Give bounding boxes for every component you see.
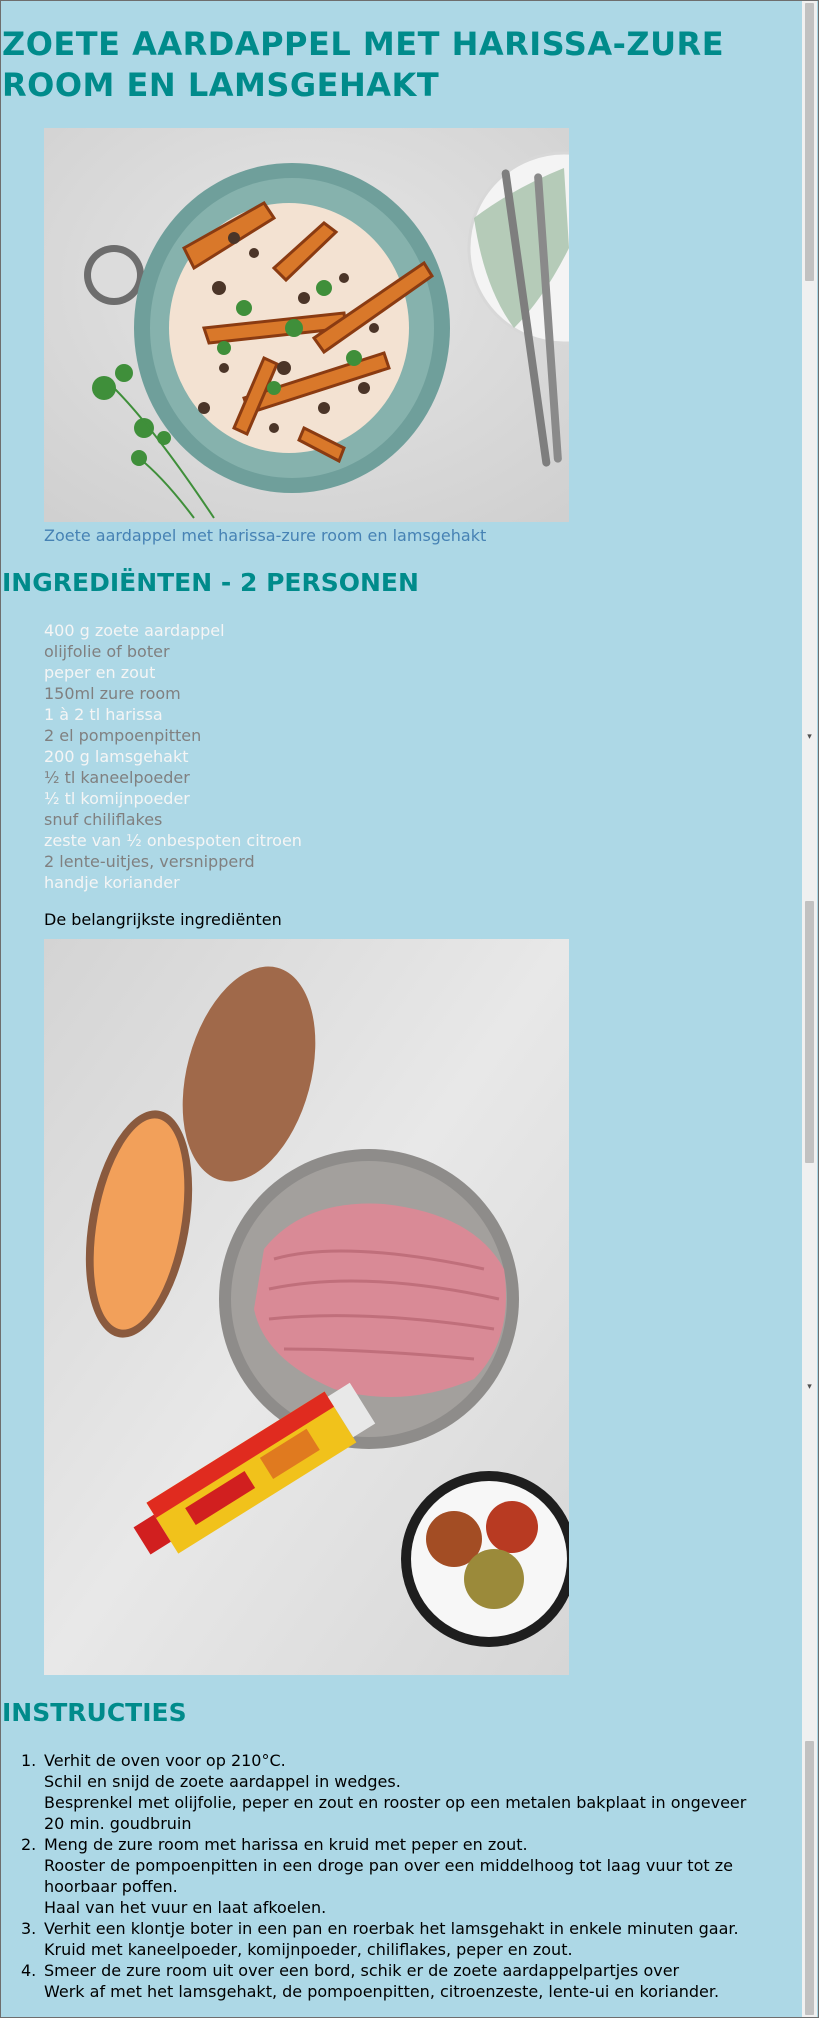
ingredient-item: 200 g lamsgehakt (44, 747, 189, 766)
scrollbar-thumb[interactable] (805, 3, 814, 281)
vertical-scrollbar[interactable]: ▾ ▾ (802, 1, 817, 2017)
scrollbar-thumb[interactable] (805, 1741, 814, 2015)
ingredient-item: 1 à 2 tl harissa (44, 705, 163, 724)
hero-caption: Zoete aardappel met harissa-zure room en… (44, 526, 487, 545)
ingredient-item: handje koriander (44, 873, 180, 892)
ingredients-heading: INGREDIËNTEN - 2 PERSONEN (2, 568, 419, 597)
step-line: Schil en snijd de zoete aardappel in wed… (44, 1772, 401, 1791)
instruction-step: 4. Smeer de zure room uit over een bord,… (21, 1960, 794, 2002)
ingredient-item: olijfolie of boter (44, 642, 170, 661)
instruction-step: 3. Verhit een klontje boter in een pan e… (21, 1918, 794, 1960)
ingredient-item: ½ tl kaneelpoeder (44, 768, 190, 787)
ingredient-item: 400 g zoete aardappel (44, 621, 225, 640)
ingredient-item: snuf chiliflakes (44, 810, 163, 829)
step-line: Smeer de zure room uit over een bord, sc… (44, 1961, 680, 1980)
scroll-down-arrow-icon[interactable]: ▾ (805, 733, 814, 742)
instruction-step: 2. Meng de zure room met harissa en krui… (21, 1834, 794, 1918)
recipe-title: ZOETE AARDAPPEL MET HARISSA-ZURE ROOM EN… (2, 25, 725, 104)
instruction-step: 1. Verhit de oven voor op 210°C. Schil e… (21, 1750, 794, 1834)
step-number: 4. (21, 1961, 37, 1980)
ingredient-item: 2 lente-uitjes, versnipperd (44, 852, 255, 871)
step-line: Kruid met kaneelpoeder, komijnpoeder, ch… (44, 1940, 573, 1959)
step-line: Werk af met het lamsgehakt, de pompoenpi… (44, 1982, 720, 2001)
step-number: 1. (21, 1751, 37, 1770)
step-line: Besprenkel met olijfolie, peper en zout … (44, 1793, 747, 1812)
ingredient-item: peper en zout (44, 663, 156, 682)
step-line: Meng de zure room met harissa en kruid m… (44, 1835, 528, 1854)
ingredient-item: ½ tl komijnpoeder (44, 789, 190, 808)
main-ingredients-label: De belangrijkste ingrediënten (44, 910, 282, 929)
scroll-down-arrow-icon[interactable]: ▾ (805, 1383, 814, 1392)
ingredient-item: 2 el pompoenpitten (44, 726, 202, 745)
step-line: 20 min. goudbruin (44, 1814, 192, 1833)
step-number: 2. (21, 1835, 37, 1854)
step-line: Haal van het vuur en laat afkoelen. (44, 1898, 327, 1917)
dish-photo (44, 128, 569, 522)
instructions-heading: INSTRUCTIES (2, 1698, 187, 1727)
scrollbar-thumb[interactable] (805, 901, 814, 1163)
ingredient-item: zeste van ½ onbespoten citroen (44, 831, 302, 850)
step-line: Rooster de pompoenpitten in een droge pa… (44, 1856, 733, 1875)
instructions-list: 1. Verhit de oven voor op 210°C. Schil e… (21, 1750, 794, 2002)
step-line: hoorbaar poffen. (44, 1877, 178, 1896)
ingredient-item: 150ml zure room (44, 684, 181, 703)
step-number: 3. (21, 1919, 37, 1938)
step-line: Verhit de oven voor op 210°C. (44, 1751, 286, 1770)
ingredients-list: 400 g zoete aardappel olijfolie of boter… (44, 620, 302, 893)
ingredients-photo (44, 939, 569, 1675)
step-line: Verhit een klontje boter in een pan en r… (44, 1919, 739, 1938)
